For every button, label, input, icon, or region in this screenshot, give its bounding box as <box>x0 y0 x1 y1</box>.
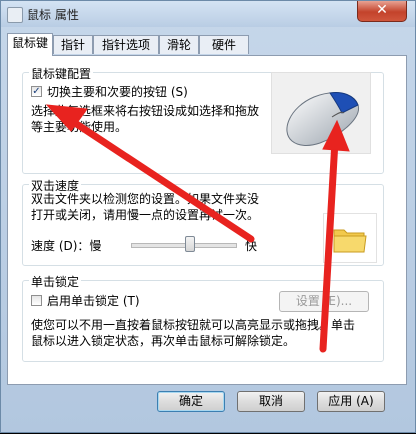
double-click-group: 双击速度 双击文件夹以检测您的设置。如果文件夹没 打开或关闭，请用慢一点的设置再… <box>22 177 384 266</box>
buttons-tab-panel: 鼠标键配置 ✓ 切换主要和次要的按钮 (S) 选择此复选框来将右按钮设成如选择和… <box>7 55 407 385</box>
tab-buttons[interactable]: 鼠标键 <box>7 33 53 56</box>
tab-wheel[interactable]: 滑轮 <box>159 35 199 54</box>
double-click-line-1: 双击文件夹以检测您的设置。如果文件夹没 <box>31 192 260 206</box>
switch-buttons-description: 选择此复选框来将右按钮设成如选择和拖放 等主要功能使用。 <box>31 103 259 135</box>
mouse-icon <box>286 92 359 146</box>
double-click-description: 双击文件夹以检测您的设置。如果文件夹没 打开或关闭，请用慢一点的设置再试一次。 <box>31 191 259 223</box>
title-bar[interactable]: 鼠标 属性 ✕ <box>1 1 415 27</box>
mouse-preview-image <box>271 72 371 154</box>
click-lock-line-1: 使您可以不用一直按着鼠标按钮就可以高亮显示或拖拽。单击 <box>31 318 356 332</box>
click-lock-description: 使您可以不用一直按着鼠标按钮就可以高亮显示或拖拽。单击 鼠标以进入锁定状态，再次… <box>31 317 355 349</box>
test-folder[interactable] <box>323 213 377 263</box>
double-click-line-2: 打开或关闭，请用慢一点的设置再试一次。 <box>31 208 260 222</box>
click-lock-settings-button[interactable]: 设置 (E)... <box>279 291 369 312</box>
click-lock-checkbox[interactable] <box>31 295 42 306</box>
speed-slider-thumb[interactable] <box>185 236 196 252</box>
ok-button[interactable]: 确定 <box>157 391 225 412</box>
double-click-speed-slider[interactable] <box>131 243 237 248</box>
switch-buttons-label[interactable]: 切换主要和次要的按钮 (S) <box>47 83 188 100</box>
speed-fast-label: 快 <box>245 239 258 253</box>
click-lock-line-2: 鼠标以进入锁定状态，再次单击鼠标可解除锁定。 <box>31 334 296 348</box>
cancel-button[interactable]: 取消 <box>237 391 305 412</box>
mouse-app-icon <box>7 7 23 23</box>
click-lock-group: 单击锁定 启用单击锁定 (T) 设置 (E)... 使您可以不用一直按着鼠标按钮… <box>22 273 384 362</box>
click-lock-title: 单击锁定 <box>29 273 82 290</box>
apply-button[interactable]: 应用 (A) <box>317 391 385 412</box>
tab-pointer-options[interactable]: 指针选项 <box>93 35 159 54</box>
speed-slow-label: 速度 (D)：慢 <box>31 239 102 253</box>
button-config-title: 鼠标键配置 <box>29 65 94 82</box>
close-button[interactable]: ✕ <box>357 1 407 22</box>
switch-description-line-1: 选择此复选框来将右按钮设成如选择和拖放 <box>31 104 260 118</box>
folder-icon <box>333 229 367 253</box>
window-title: 鼠标 属性 <box>27 8 79 22</box>
tab-hardware[interactable]: 硬件 <box>199 35 249 54</box>
mouse-properties-window: 鼠标 属性 ✕ 鼠标键 指针 指针选项 滑轮 硬件 鼠标键配置 ✓ 切换主要和次… <box>0 0 416 433</box>
switch-buttons-checkbox[interactable]: ✓ <box>31 86 42 97</box>
tab-pointers[interactable]: 指针 <box>53 35 93 54</box>
switch-description-line-2: 等主要功能使用。 <box>31 120 128 134</box>
click-lock-label[interactable]: 启用单击锁定 (T) <box>47 292 140 309</box>
